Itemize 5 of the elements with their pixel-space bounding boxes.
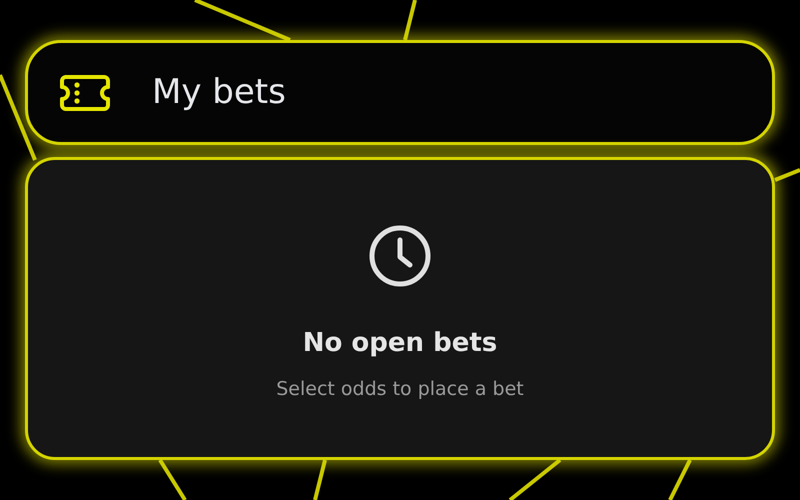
- clock-icon: [368, 224, 432, 288]
- ticket-icon: [58, 72, 112, 112]
- empty-title: No open bets: [302, 326, 498, 360]
- header-title: My bets: [152, 71, 286, 114]
- empty-message: Select odds to place a bet: [276, 376, 524, 402]
